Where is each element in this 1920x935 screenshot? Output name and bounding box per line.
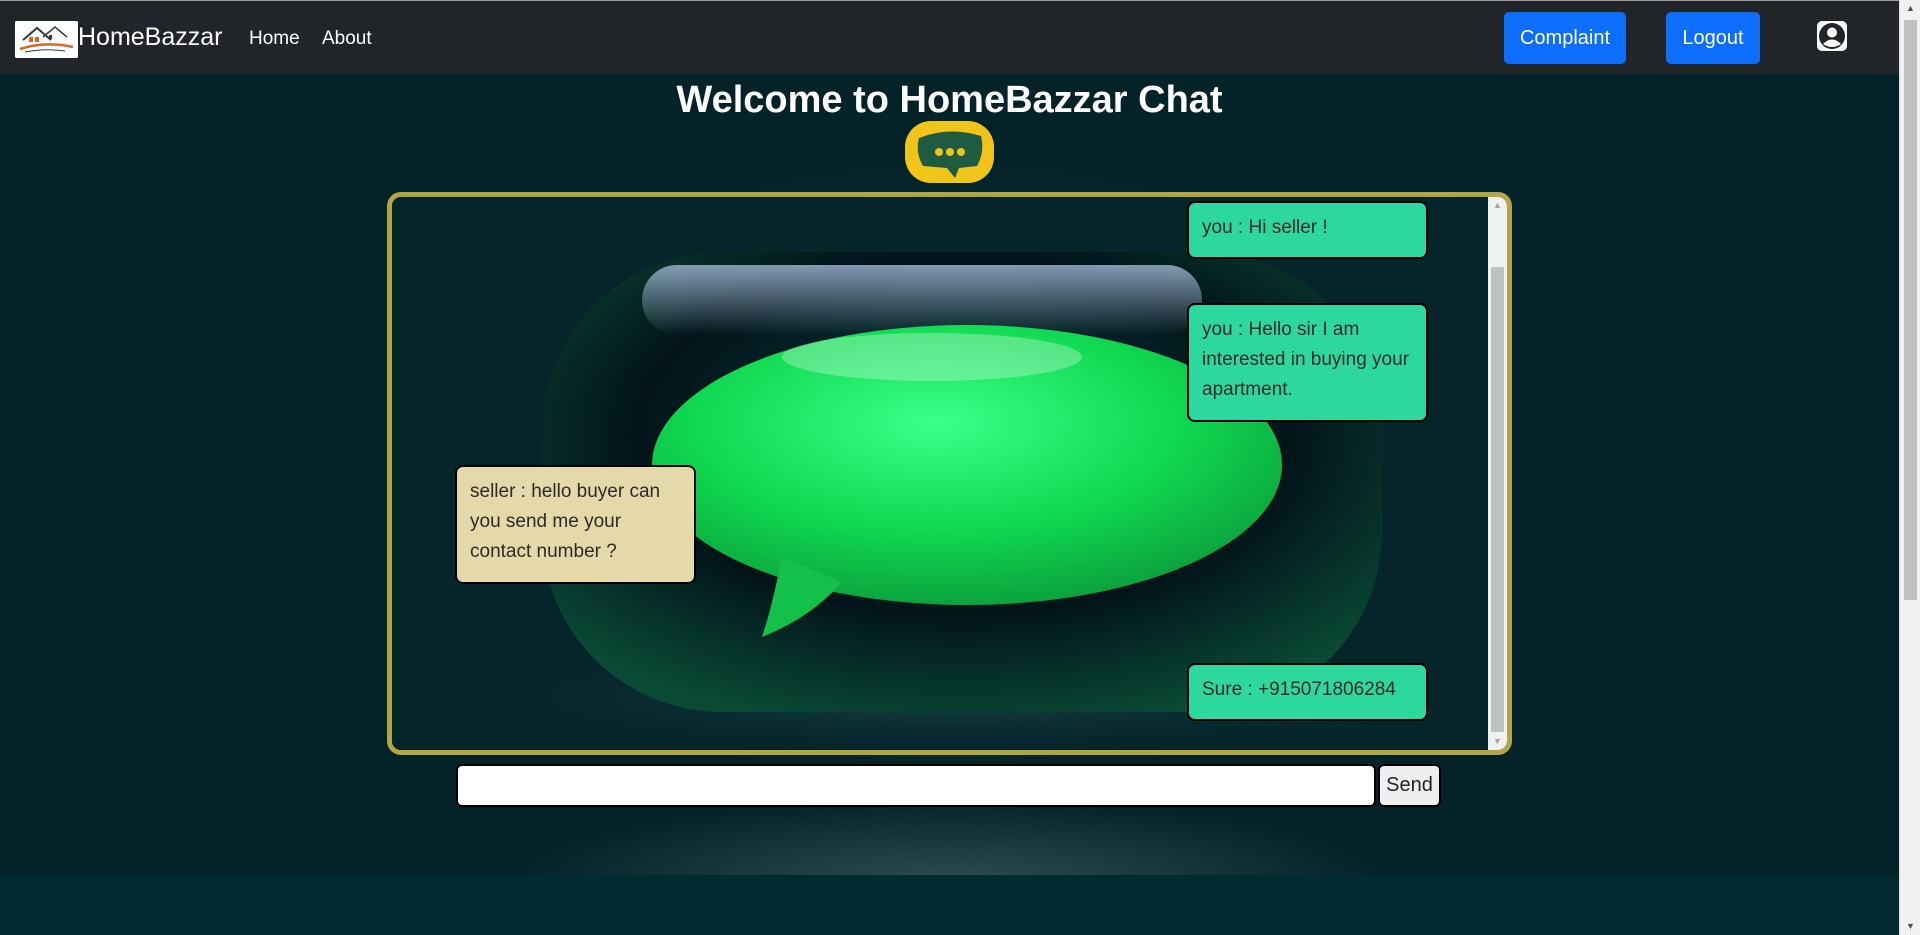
chat-message: seller : hello buyer can you send me you… [455, 465, 696, 584]
nav-link-about[interactable]: About [322, 27, 372, 51]
brand-name[interactable]: HomeBazzar [78, 22, 223, 52]
scroll-up-arrow-icon[interactable]: ▲ [1900, 0, 1920, 17]
send-button[interactable]: Send [1378, 764, 1441, 807]
page-scrollbar[interactable]: ▲ ▼ [1899, 0, 1920, 935]
message-input[interactable] [456, 764, 1376, 807]
user-circle-icon[interactable] [1816, 20, 1848, 52]
scroll-down-arrow-icon[interactable]: ▼ [1488, 733, 1507, 750]
complaint-button[interactable]: Complaint [1504, 12, 1626, 64]
chat-message: you : Hi seller ! [1187, 201, 1428, 259]
chat-message: you : Hello sir I am interested in buyin… [1187, 303, 1428, 422]
page-title: Welcome to HomeBazzar Chat [676, 79, 1223, 121]
chat-scrollbar[interactable]: ▲ ▼ [1488, 197, 1507, 750]
chat-message: Sure : +915071806284 [1187, 663, 1428, 721]
house-logo-icon [15, 21, 78, 58]
chat-window[interactable]: you : Hi seller ! you : Hello sir I am i… [387, 192, 1512, 755]
logout-button[interactable]: Logout [1666, 12, 1760, 64]
nav-link-home[interactable]: Home [249, 27, 300, 51]
chat-scrollbar-thumb[interactable] [1491, 267, 1504, 732]
navbar: HomeBazzar Home About Complaint Logout [0, 0, 1899, 74]
chat-page: Welcome to HomeBazzar Chat you: Hi sell… [0, 74, 1899, 875]
chat-bubble-icon [903, 120, 996, 184]
page-scrollbar-thumb[interactable] [1904, 20, 1917, 600]
scroll-down-arrow-icon[interactable]: ▼ [1900, 918, 1920, 935]
brand-logo[interactable] [15, 21, 78, 58]
scroll-up-arrow-icon[interactable]: ▲ [1488, 197, 1507, 214]
footer [0, 875, 1899, 935]
